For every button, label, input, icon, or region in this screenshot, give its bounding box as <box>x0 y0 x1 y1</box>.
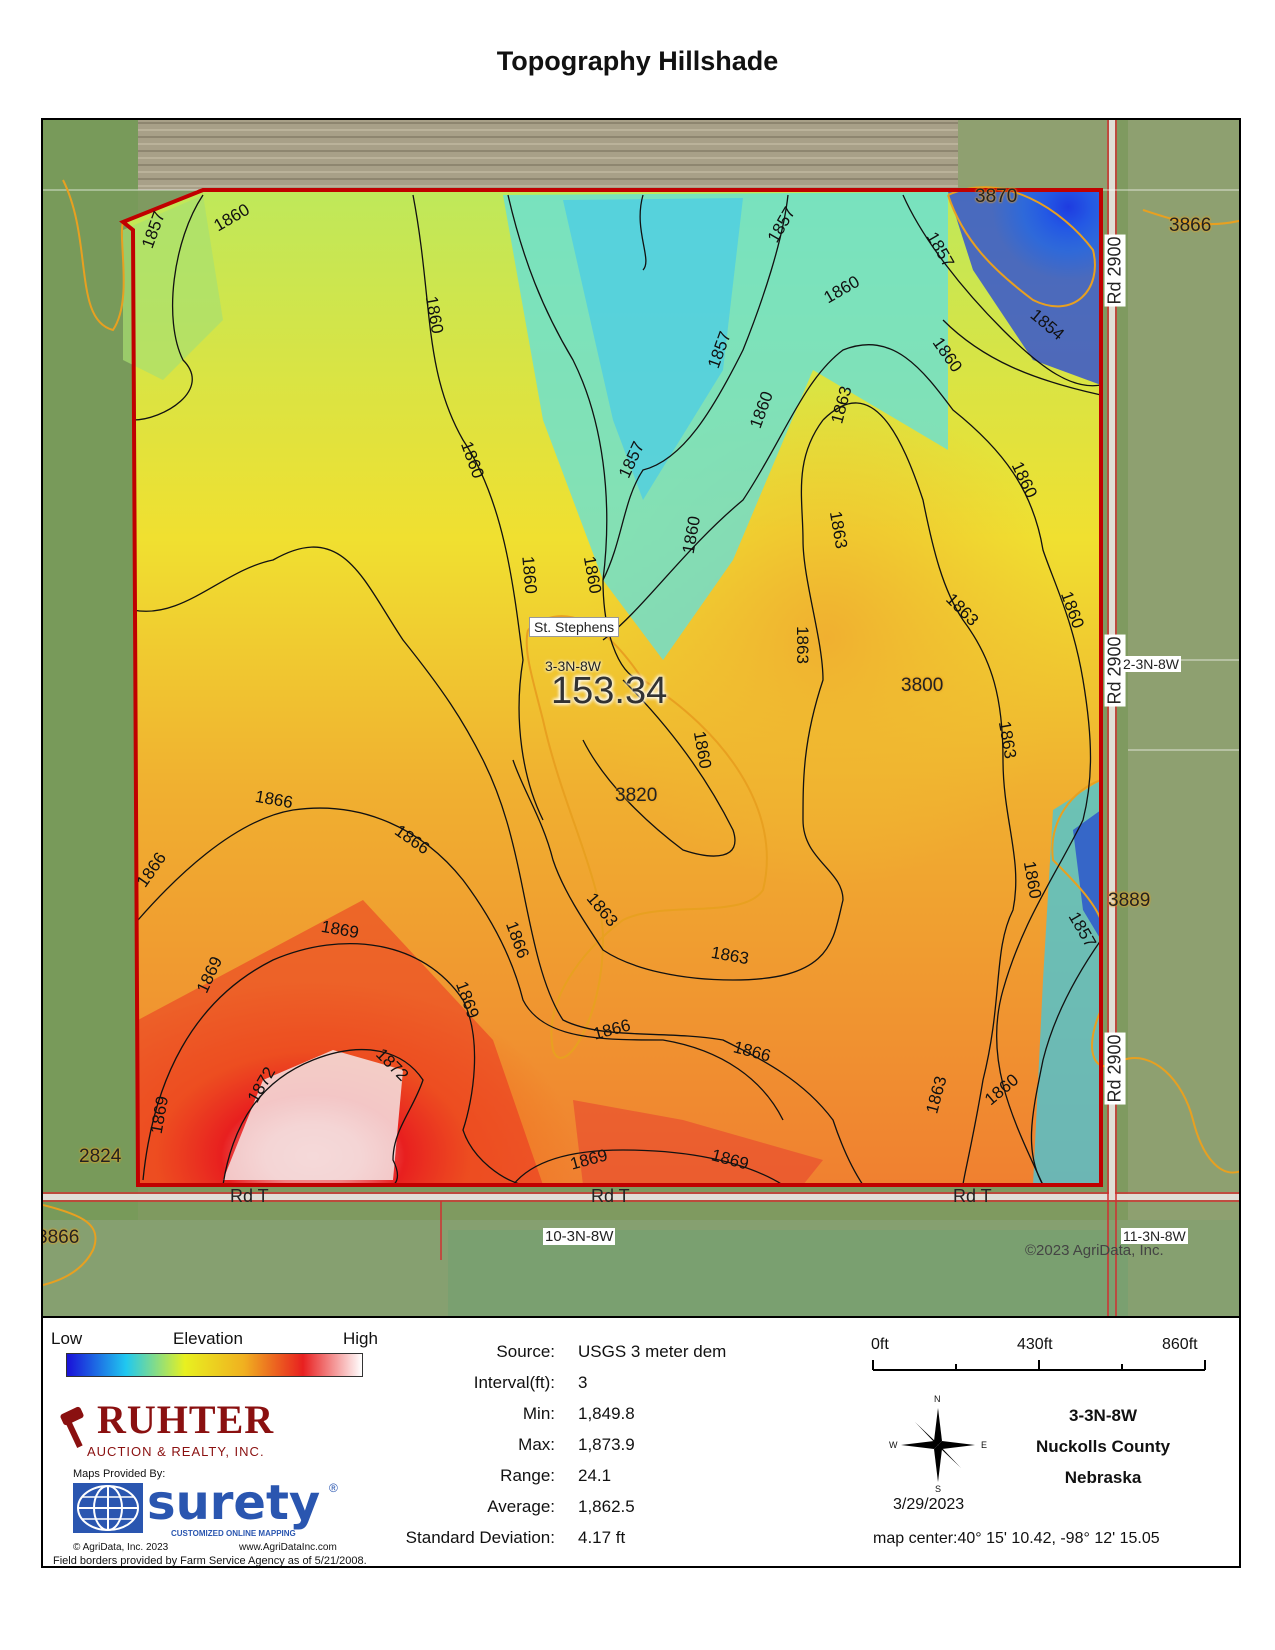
stat-label: Max: <box>518 1435 555 1454</box>
legend-elevation-label: Elevation <box>173 1329 243 1348</box>
road-label: Rd T <box>591 1186 630 1206</box>
scale-label: 860ft <box>1162 1336 1198 1353</box>
road-label: Rd T <box>230 1186 269 1206</box>
soil-label: 3820 <box>615 785 658 806</box>
ruhter-subtitle: AUCTION & REALTY, INC. <box>87 1444 265 1459</box>
scale-bar: 0ft 430ft 860ft <box>871 1328 1221 1378</box>
soil-label: 3870 <box>975 186 1018 207</box>
map-viewport[interactable]: 1857 1860 1860 1860 1857 1857 1860 1860 … <box>41 118 1241 1318</box>
legend-high-label: High <box>343 1329 378 1348</box>
elevation-color-ramp <box>66 1353 363 1377</box>
legend-low-label: Low <box>51 1329 83 1348</box>
place-label: St. Stephens <box>529 617 620 637</box>
agridata-url[interactable]: www.AgriDataInc.com <box>239 1542 337 1553</box>
map-center-coordinates: map center:40° 15' 10.42, -98° 12' 15.05 <box>873 1530 1160 1547</box>
stat-value: 4.17 ft <box>578 1528 626 1547</box>
soil-label: 3800 <box>901 675 944 696</box>
soil-label: 2824 <box>79 1146 122 1167</box>
location-block: 3-3N-8W Nuckolls County Nebraska <box>1003 1400 1203 1493</box>
surety-subtitle: CUSTOMIZED ONLINE MAPPING <box>171 1529 296 1538</box>
stat-label: Average: <box>487 1497 555 1516</box>
location-section: 3-3N-8W <box>1068 1406 1137 1425</box>
soil-label: 3866 <box>41 1227 80 1248</box>
soil-label: 3866 <box>1169 215 1212 236</box>
surety-logo: surety ® CUSTOMIZED ONLINE MAPPING <box>73 1475 353 1543</box>
north-arrow: N S W E <box>889 1394 987 1494</box>
compass-s: S <box>935 1484 942 1494</box>
location-state: Nebraska <box>1064 1468 1142 1487</box>
soil-label: 3889 <box>1108 890 1151 911</box>
acreage-label: 153.34 <box>551 670 668 712</box>
scale-label: 430ft <box>1017 1336 1053 1353</box>
surety-registered-mark: ® <box>329 1481 338 1495</box>
stat-label: Source: <box>496 1342 555 1361</box>
stat-label: Standard Deviation: <box>405 1528 555 1547</box>
stat-value: USGS 3 meter dem <box>578 1342 727 1361</box>
compass-e: E <box>981 1440 988 1450</box>
road-rd-t <box>43 1194 1239 1200</box>
road-label: Rd 2900 <box>1104 1032 1126 1105</box>
stat-row-std-dev: Standard Deviation: 4.17 ft <box>383 1528 783 1550</box>
stat-label: Min: <box>522 1404 555 1423</box>
stats-table: Source: USGS 3 meter dem Interval(ft): 3… <box>383 1318 783 1568</box>
surety-wordmark: surety <box>147 1475 321 1531</box>
contour-label: 1863 <box>792 626 812 664</box>
legend-panel: Low Elevation High RUHTER AUCTION & REAL… <box>41 1318 1241 1568</box>
map-date: 3/29/2023 <box>893 1496 965 1513</box>
stat-row-min: Min: 1,849.8 <box>383 1404 783 1426</box>
location-county: Nuckolls County <box>1035 1437 1171 1456</box>
page-title: Topography Hillshade <box>496 46 779 76</box>
compass-n: N <box>934 1394 941 1404</box>
compass-w: W <box>889 1440 898 1450</box>
compass-rose-icon <box>901 1408 975 1482</box>
ruhter-wordmark: RUHTER <box>97 1397 275 1442</box>
stat-value: 1,849.8 <box>578 1404 635 1423</box>
stat-value: 3 <box>578 1373 588 1392</box>
map-canvas <box>43 120 1239 1316</box>
field-borders-note: Field borders provided by Farm Service A… <box>53 1555 367 1567</box>
scale-ruler <box>872 1360 1206 1371</box>
stat-row-range: Range: 24.1 <box>383 1466 783 1488</box>
agridata-copyright: © AgriData, Inc. 2023 <box>73 1542 169 1553</box>
contour-label: 1860 <box>518 555 541 595</box>
stat-label: Interval(ft): <box>473 1373 555 1392</box>
stat-row-average: Average: 1,862.5 <box>383 1497 783 1519</box>
scale-label: 0ft <box>871 1336 889 1353</box>
stat-label: Range: <box>500 1466 555 1485</box>
north-crop-field <box>138 120 958 190</box>
map-copyright: ©2023 AgriData, Inc. <box>1025 1242 1164 1259</box>
stat-row-max: Max: 1,873.9 <box>383 1435 783 1457</box>
stat-value: 1,873.9 <box>578 1435 635 1454</box>
stat-row-interval: Interval(ft): 3 <box>383 1373 783 1395</box>
stat-value: 1,862.5 <box>578 1497 635 1516</box>
stat-value: 24.1 <box>578 1466 612 1485</box>
stat-row-source: Source: USGS 3 meter dem <box>383 1342 783 1364</box>
road-label: Rd T <box>953 1186 992 1206</box>
neighbor-section-label: 10-3N-8W <box>543 1228 616 1245</box>
neighbor-section-label: 2-3N-8W <box>1121 656 1182 672</box>
ruhter-logo: RUHTER AUCTION & REALTY, INC. <box>57 1397 357 1460</box>
road-label: Rd 2900 <box>1104 234 1126 307</box>
globe-icon <box>73 1483 143 1533</box>
